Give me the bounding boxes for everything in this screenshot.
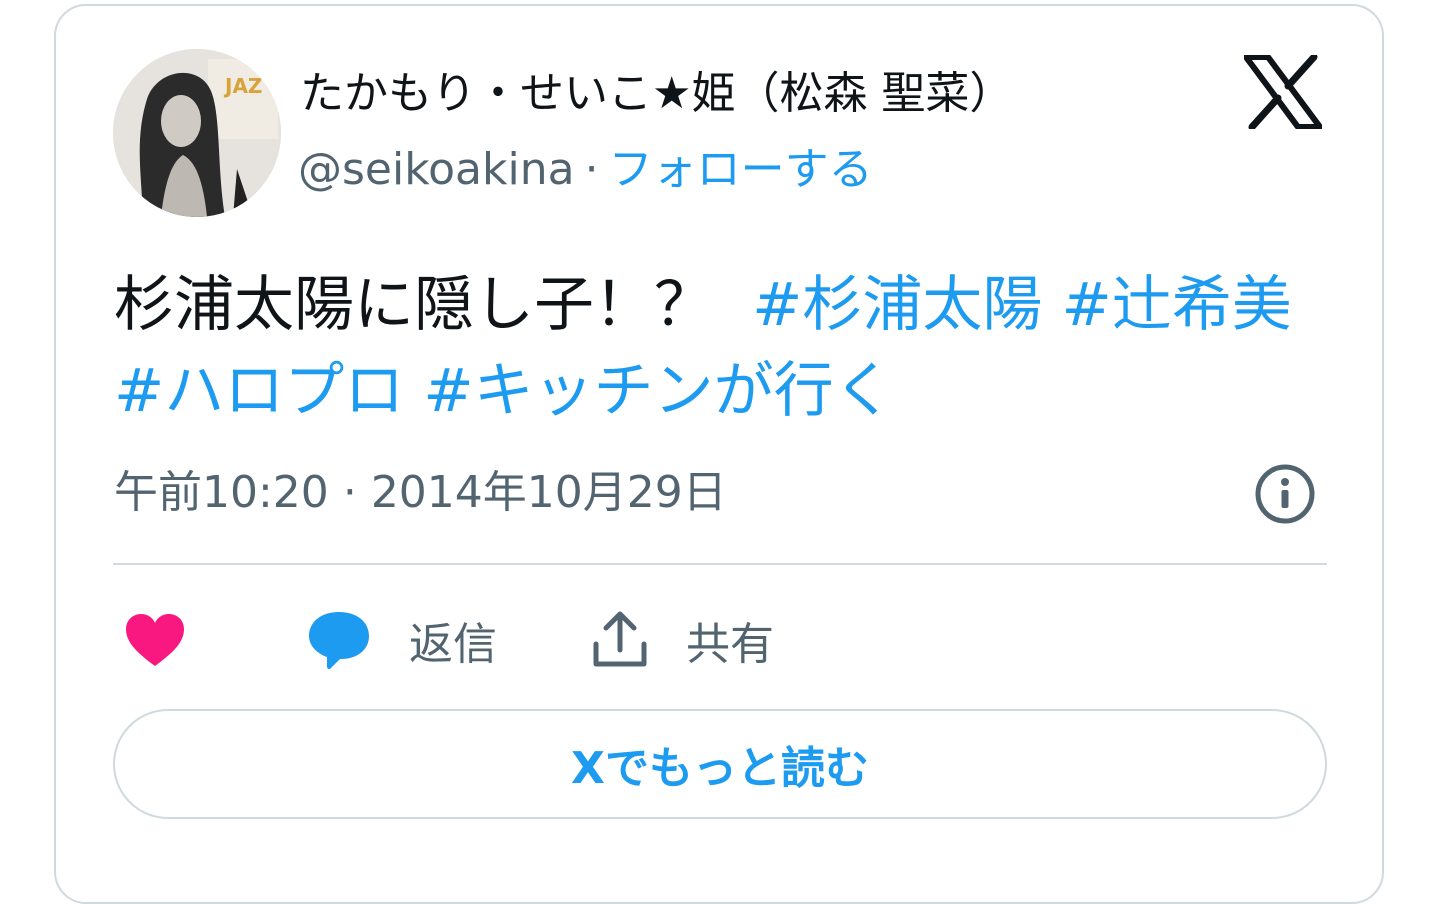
share-label: 共有 [686, 619, 774, 670]
hashtag-link[interactable]: #ハロプロ [114, 356, 404, 426]
read-more-button[interactable]: Xでもっと読む [113, 709, 1327, 819]
tweet-date: 2014年10月29日 [370, 467, 727, 518]
author-handle[interactable]: @seikoakina [298, 144, 575, 195]
author-handle-row: @seikoakina · フォローする [298, 138, 873, 202]
author-display-name[interactable]: たかもり・せいこ★姫（松森 聖菜） [300, 62, 1013, 126]
svg-text:JAZ: JAZ [223, 74, 262, 98]
hashtag-link[interactable]: #キッチンが行く [423, 356, 893, 426]
follow-link[interactable]: フォローする [609, 144, 873, 195]
share-button[interactable]: 共有 [592, 600, 774, 680]
reply-label: 返信 [409, 619, 497, 670]
speech-bubble-icon [309, 612, 369, 670]
tweet-time: 午前10:20 [114, 467, 329, 518]
tweet-timestamp[interactable]: 午前10:20 · 2014年10月29日 [114, 462, 727, 524]
like-button[interactable] [124, 600, 186, 680]
reply-button[interactable]: 返信 [307, 600, 497, 680]
separator-dot: · [342, 467, 357, 518]
info-icon[interactable] [1254, 463, 1316, 525]
hashtag-link[interactable]: #杉浦太陽 [752, 270, 1042, 340]
tweet-body: 杉浦太陽に隠し子！？ [114, 270, 714, 340]
divider [113, 563, 1327, 565]
avatar[interactable]: JAZ [113, 49, 281, 217]
avatar-photo: JAZ [113, 49, 281, 217]
x-logo-icon[interactable] [1243, 53, 1323, 131]
hashtag-link[interactable]: #辻希美 [1062, 270, 1292, 340]
separator-dot: · [584, 144, 599, 195]
tweet-text: 杉浦太陽に隠し子！？ #杉浦太陽 #辻希美 #ハロプロ #キッチンが行く [114, 262, 1314, 434]
upload-icon [593, 611, 647, 667]
heart-icon [126, 614, 184, 666]
